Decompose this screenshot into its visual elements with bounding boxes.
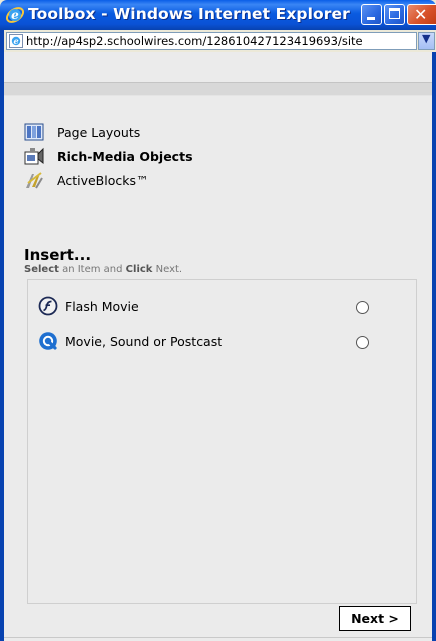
movie-sound-postcast-radio[interactable] — [356, 336, 369, 349]
address-bar: e http://ap4sp2.schoolwires.com/12861042… — [0, 30, 436, 52]
chevron-down-icon: ▼ — [422, 32, 431, 45]
address-field[interactable]: e http://ap4sp2.schoolwires.com/12861042… — [6, 32, 417, 50]
flash-icon — [38, 296, 58, 316]
window-title: Toolbox - Windows Internet Explorer — [28, 5, 350, 23]
category-label: Rich-Media Objects — [57, 148, 193, 164]
instruction-end: Next. — [152, 264, 183, 275]
category-page-layouts[interactable]: Page Layouts — [24, 121, 140, 143]
page-layouts-icon — [24, 123, 44, 141]
insert-instructions: Select an Item and Click Next. — [24, 264, 182, 275]
bottom-divider — [4, 637, 432, 638]
list-item-movie-sound-postcast[interactable]: Movie, Sound or Postcast — [38, 329, 222, 353]
address-dropdown-button[interactable]: ▼ — [418, 32, 435, 50]
close-icon: ✕ — [414, 5, 428, 24]
window-frame-right — [432, 52, 436, 641]
address-url: http://ap4sp2.schoolwires.com/1286104271… — [26, 34, 363, 48]
category-activeblocks[interactable]: ActiveBlocks™ — [24, 169, 149, 191]
title-bar[interactable]: e Toolbox - Windows Internet Explorer ✕ — [0, 0, 436, 30]
next-button[interactable]: Next > — [339, 606, 411, 631]
instruction-click: Click — [125, 264, 153, 275]
instruction-select: Select — [24, 264, 59, 275]
minimize-icon — [367, 17, 375, 20]
maximize-icon — [389, 8, 400, 19]
category-label: Page Layouts — [57, 124, 141, 140]
rich-media-icon — [24, 147, 44, 165]
activeblocks-icon — [26, 172, 43, 189]
svg-text:e: e — [13, 36, 18, 46]
ie-icon: e — [5, 7, 25, 23]
svg-text:e: e — [11, 8, 19, 22]
list-item-flash-movie[interactable]: Flash Movie — [38, 294, 139, 318]
close-button[interactable]: ✕ — [407, 4, 436, 25]
instruction-middle: an Item and — [58, 264, 126, 275]
insert-heading: Insert... — [24, 246, 92, 264]
category-rich-media-objects[interactable]: Rich-Media Objects — [24, 145, 193, 167]
minimize-button[interactable] — [361, 4, 382, 25]
flash-movie-radio[interactable] — [356, 301, 369, 314]
item-label: Flash Movie — [65, 298, 139, 314]
ie-page-icon: e — [9, 34, 23, 48]
item-label: Movie, Sound or Postcast — [65, 333, 223, 349]
maximize-button[interactable] — [384, 4, 405, 25]
toolbox-content: Page Layouts Rich-Media Objects ActiveBl… — [4, 52, 432, 641]
header-strip — [4, 82, 432, 96]
category-label: ActiveBlocks™ — [57, 172, 149, 188]
insert-items-list: Flash Movie Movie, Sound or Postcast — [27, 279, 417, 604]
quicktime-icon — [39, 332, 57, 350]
